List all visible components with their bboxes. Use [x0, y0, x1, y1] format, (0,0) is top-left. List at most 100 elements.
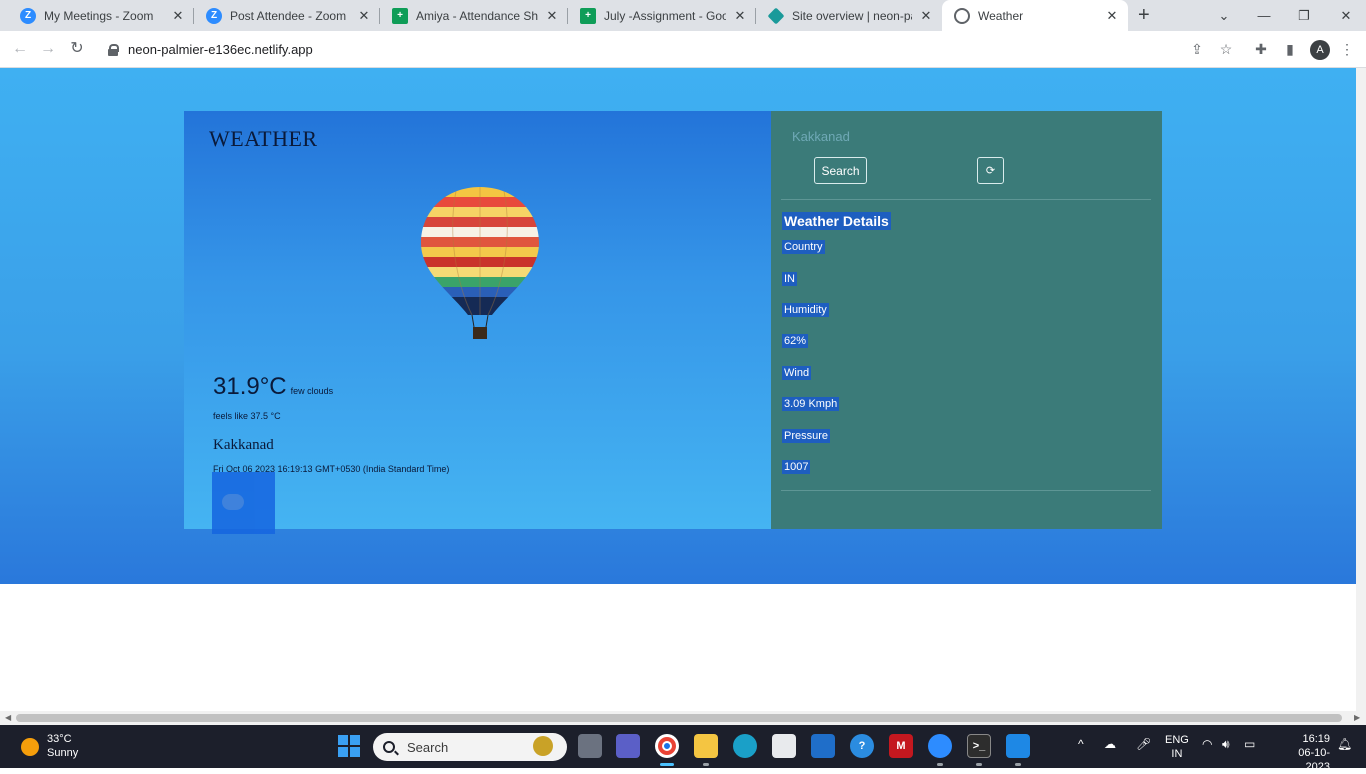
close-icon[interactable]: ✕	[544, 8, 560, 24]
hot-air-balloon-image	[421, 187, 539, 339]
globe-icon	[954, 7, 970, 24]
weather-widget-temp[interactable]: 33°C	[47, 733, 72, 745]
wind-value: 3.09 Kmph	[782, 397, 840, 411]
windows-taskbar: 33°C Sunny Search ? M >_ ^ ☁ 🎤︎ ENG IN ◠…	[0, 725, 1366, 773]
divider	[781, 199, 1151, 200]
pressure-label: Pressure	[782, 429, 831, 443]
vscode-icon[interactable]	[1006, 734, 1030, 758]
address-bar[interactable]: neon-palmier-e136ec.netlify.app	[100, 35, 1250, 64]
scrollbar-thumb[interactable]	[16, 714, 1342, 722]
horizontal-scrollbar[interactable]: ◀ ▶	[0, 711, 1366, 725]
brand-title: WEATHER	[209, 126, 318, 151]
tab-search-chevron-icon[interactable]: ⌄	[1204, 0, 1244, 31]
tab-attendance-sheet[interactable]: + Amiya - Attendance Sheet ✕	[380, 0, 568, 31]
microphone-icon[interactable]: 🎤︎	[1136, 737, 1151, 751]
edge-icon[interactable]	[733, 734, 757, 758]
sheets-icon: +	[580, 7, 596, 24]
help-icon[interactable]: ?	[850, 734, 874, 758]
close-icon[interactable]: ✕	[356, 8, 372, 24]
tab-weather[interactable]: Weather ✕	[942, 0, 1128, 31]
profile-avatar[interactable]: A	[1310, 40, 1330, 60]
tab-july-assignment[interactable]: + July -Assignment - Google ✕	[568, 0, 756, 31]
restore-button[interactable]: ❐	[1284, 0, 1324, 31]
cloud-icon	[222, 494, 244, 510]
browser-tab-strip: Z My Meetings - Zoom ✕ Z Post Attendee -…	[0, 0, 1366, 31]
browser-toolbar: ← → ↻ neon-palmier-e136ec.netlify.app ⇪ …	[0, 31, 1366, 68]
tab-my-meetings[interactable]: Z My Meetings - Zoom ✕	[8, 0, 194, 31]
sheets-icon: +	[392, 7, 408, 24]
mcafee-icon[interactable]: M	[889, 734, 913, 758]
language-indicator[interactable]: ENG IN	[1165, 733, 1189, 761]
sun-icon[interactable]	[21, 738, 39, 756]
tab-title: My Meetings - Zoom	[44, 8, 154, 23]
tab-site-overview[interactable]: Site overview | neon-palmi ✕	[756, 0, 942, 31]
clock-date: 06-10-2023	[1298, 747, 1330, 773]
onedrive-icon[interactable]: ☁	[1104, 737, 1116, 751]
task-view-icon[interactable]	[578, 734, 602, 758]
search-highlight-icon	[533, 736, 553, 756]
refresh-button[interactable]: ⟳	[977, 157, 1004, 184]
minimize-button[interactable]: —	[1244, 0, 1284, 31]
weather-display-panel: WEATHER 31.9°C few clouds feels like 37.…	[184, 111, 771, 534]
search-icon	[383, 741, 395, 753]
new-tab-button[interactable]: +	[1138, 4, 1150, 27]
page-viewport: WEATHER 31.9°C few clouds feels like 37.…	[0, 68, 1356, 711]
humidity-value: 62%	[782, 334, 809, 348]
close-icon[interactable]: ✕	[918, 8, 934, 24]
scroll-left-arrow-icon[interactable]: ◀	[5, 713, 11, 722]
terminal-icon[interactable]: >_	[967, 734, 991, 758]
humidity-label: Humidity	[782, 303, 829, 317]
netlify-icon	[767, 7, 785, 24]
bookmark-star-icon[interactable]: ☆	[1217, 40, 1235, 58]
city-search-input[interactable]	[792, 127, 972, 145]
city-name: Kakkanad	[213, 437, 274, 453]
extensions-puzzle-icon[interactable]: ✚	[1252, 40, 1270, 58]
microsoft-store-icon[interactable]	[772, 734, 796, 758]
windows-start-icon[interactable]	[338, 735, 360, 757]
region-code: IN	[1171, 748, 1183, 760]
weather-condition-icon	[212, 472, 275, 534]
close-icon[interactable]: ✕	[170, 8, 186, 24]
mysql-workbench-icon[interactable]	[811, 734, 835, 758]
back-arrow-icon[interactable]: ←	[10, 39, 30, 59]
window-close-button[interactable]: ✕	[1326, 0, 1366, 31]
weather-widget-condition[interactable]: Sunny	[47, 747, 78, 759]
close-icon[interactable]: ✕	[732, 8, 748, 24]
tab-title: Amiya - Attendance Sheet	[416, 8, 538, 23]
notifications-icon[interactable]: 🔔︎	[1337, 737, 1352, 751]
feels-like-text: feels like 37.5 °C	[213, 411, 281, 421]
temperature-value: 31.9°C	[213, 373, 287, 400]
lock-icon[interactable]	[108, 43, 119, 56]
teams-chat-icon[interactable]	[616, 734, 640, 758]
tab-title: Post Attendee - Zoom	[230, 8, 347, 23]
volume-icon[interactable]: 🔊︎	[1222, 737, 1230, 752]
battery-icon[interactable]: ▭	[1244, 737, 1255, 751]
wifi-icon[interactable]: ◠	[1202, 737, 1212, 751]
tab-post-attendee[interactable]: Z Post Attendee - Zoom ✕	[194, 0, 380, 31]
page-background: WEATHER 31.9°C few clouds feels like 37.…	[0, 68, 1356, 584]
chevron-up-icon[interactable]: ^	[1078, 737, 1084, 751]
close-icon[interactable]: ✕	[1104, 8, 1120, 24]
file-explorer-icon[interactable]	[694, 734, 718, 758]
side-panel-icon[interactable]: ▮	[1281, 40, 1299, 58]
weather-details-list: Weather Details Country IN Humidity 62% …	[782, 212, 891, 474]
url-text[interactable]: neon-palmier-e136ec.netlify.app	[128, 42, 313, 57]
weather-details-panel: Search ⟳ Weather Details Country IN Humi…	[771, 111, 1162, 529]
search-button[interactable]: Search	[814, 157, 867, 184]
zoom-icon: Z	[20, 7, 36, 24]
wind-label: Wind	[782, 366, 812, 380]
vertical-scrollbar[interactable]	[1356, 68, 1366, 711]
zoom-icon[interactable]	[928, 734, 952, 758]
country-label: Country	[782, 240, 825, 254]
forward-arrow-icon[interactable]: →	[38, 39, 58, 59]
condition-text: few clouds	[290, 386, 334, 396]
kebab-menu-icon[interactable]: ⋮	[1338, 40, 1356, 58]
chrome-icon[interactable]	[655, 734, 679, 758]
reload-icon[interactable]: ↻	[67, 39, 87, 59]
taskbar-search-box[interactable]: Search	[373, 733, 567, 761]
tab-title: Weather	[978, 8, 1024, 23]
share-icon[interactable]: ⇪	[1188, 40, 1206, 58]
tab-title: July -Assignment - Google	[604, 8, 726, 23]
clock-time: 16:19	[1302, 733, 1330, 745]
scroll-right-arrow-icon[interactable]: ▶	[1354, 713, 1360, 722]
